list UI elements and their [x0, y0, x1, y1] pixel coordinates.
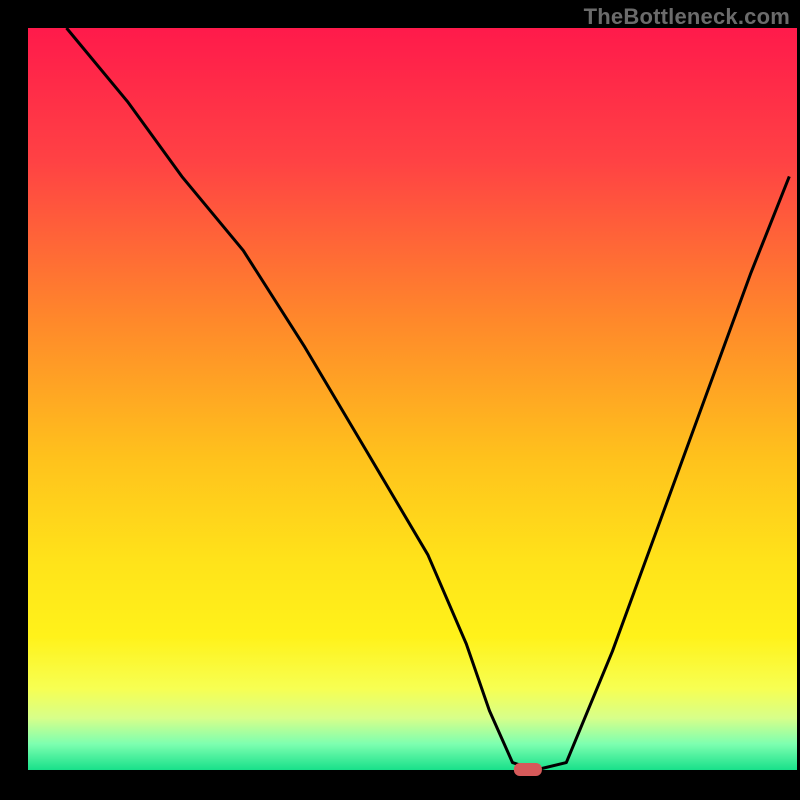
chart-frame: { "watermark": "TheBottleneck.com", "cha…	[0, 0, 800, 800]
gradient-background	[28, 28, 797, 770]
bottleneck-chart	[0, 0, 800, 800]
watermark-text: TheBottleneck.com	[584, 4, 790, 30]
optimal-point-marker	[514, 763, 542, 776]
